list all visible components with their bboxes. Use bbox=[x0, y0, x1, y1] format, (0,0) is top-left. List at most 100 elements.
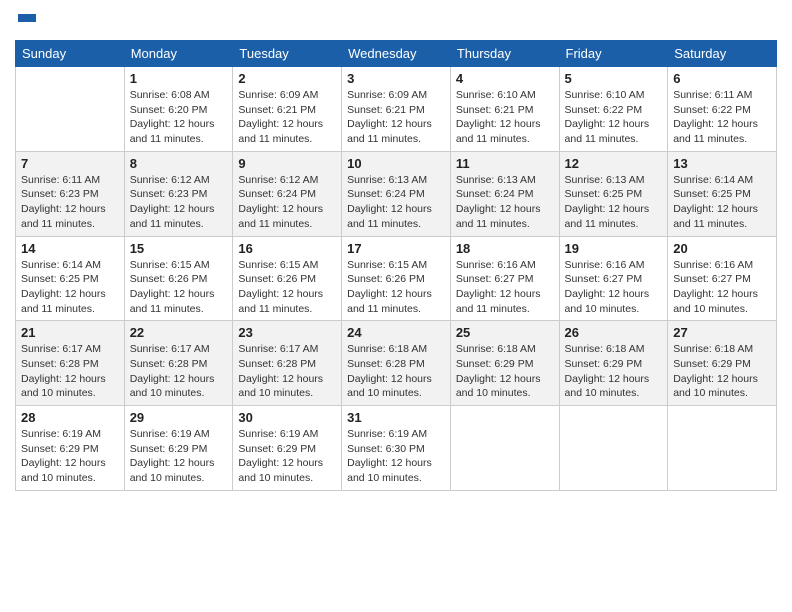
cell-day-number: 4 bbox=[456, 71, 554, 86]
cell-sunrise: Sunrise: 6:19 AM bbox=[347, 427, 445, 442]
cell-daylight: Daylight: 12 hours and 10 minutes. bbox=[565, 287, 663, 316]
cell-info: Sunrise: 6:11 AMSunset: 6:23 PMDaylight:… bbox=[21, 173, 119, 232]
calendar-cell: 24Sunrise: 6:18 AMSunset: 6:28 PMDayligh… bbox=[342, 321, 451, 406]
cell-sunrise: Sunrise: 6:18 AM bbox=[673, 342, 771, 357]
cell-sunrise: Sunrise: 6:15 AM bbox=[347, 258, 445, 273]
cell-day-number: 31 bbox=[347, 410, 445, 425]
cell-info: Sunrise: 6:15 AMSunset: 6:26 PMDaylight:… bbox=[238, 258, 336, 317]
cell-info: Sunrise: 6:17 AMSunset: 6:28 PMDaylight:… bbox=[238, 342, 336, 401]
cell-sunset: Sunset: 6:23 PM bbox=[21, 187, 119, 202]
logo bbox=[15, 10, 39, 32]
cell-day-number: 9 bbox=[238, 156, 336, 171]
cell-sunrise: Sunrise: 6:15 AM bbox=[238, 258, 336, 273]
cell-sunset: Sunset: 6:26 PM bbox=[347, 272, 445, 287]
cell-sunrise: Sunrise: 6:18 AM bbox=[347, 342, 445, 357]
cell-daylight: Daylight: 12 hours and 10 minutes. bbox=[673, 287, 771, 316]
cell-sunset: Sunset: 6:20 PM bbox=[130, 103, 228, 118]
calendar-cell: 30 Sunrise: 6:19 AMSunset: 6:29 PMDayligh… bbox=[233, 406, 342, 491]
cell-daylight: Daylight: 12 hours and 11 minutes. bbox=[565, 202, 663, 231]
calendar-cell: 13Sunrise: 6:14 AMSunset: 6:25 PMDayligh… bbox=[668, 151, 777, 236]
cell-sunset: Sunset: 6:29 PM bbox=[238, 442, 336, 457]
cell-info: Sunrise: 6:18 AMSunset: 6:29 PMDaylight:… bbox=[673, 342, 771, 401]
cell-sunrise: Sunrise: 6:13 AM bbox=[565, 173, 663, 188]
col-header-tuesday: Tuesday bbox=[233, 41, 342, 67]
cell-info: Sunrise: 6:15 AMSunset: 6:26 PMDaylight:… bbox=[130, 258, 228, 317]
cell-day-number: 15 bbox=[130, 241, 228, 256]
cell-day-number: 29 bbox=[130, 410, 228, 425]
calendar-cell: 25Sunrise: 6:18 AMSunset: 6:29 PMDayligh… bbox=[450, 321, 559, 406]
cell-day-number: 18 bbox=[456, 241, 554, 256]
cell-info: Sunrise: 6:11 AMSunset: 6:22 PMDaylight:… bbox=[673, 88, 771, 147]
cell-daylight: Daylight: 12 hours and 11 minutes. bbox=[456, 287, 554, 316]
cell-daylight: Daylight: 12 hours and 11 minutes. bbox=[238, 202, 336, 231]
cell-sunrise: Sunrise: 6:16 AM bbox=[673, 258, 771, 273]
cell-day-number: 10 bbox=[347, 156, 445, 171]
cell-day-number: 22 bbox=[130, 325, 228, 340]
col-header-saturday: Saturday bbox=[668, 41, 777, 67]
cell-sunset: Sunset: 6:23 PM bbox=[130, 187, 228, 202]
calendar-cell: 23Sunrise: 6:17 AMSunset: 6:28 PMDayligh… bbox=[233, 321, 342, 406]
cell-sunrise: Sunrise: 6:17 AM bbox=[238, 342, 336, 357]
cell-daylight: Daylight: 12 hours and 11 minutes. bbox=[673, 202, 771, 231]
cell-day-number: 17 bbox=[347, 241, 445, 256]
cell-day-number: 30 bbox=[238, 410, 336, 425]
calendar-cell: 12Sunrise: 6:13 AMSunset: 6:25 PMDayligh… bbox=[559, 151, 668, 236]
cell-sunrise: Sunrise: 6:16 AM bbox=[565, 258, 663, 273]
calendar-cell: 17Sunrise: 6:15 AMSunset: 6:26 PMDayligh… bbox=[342, 236, 451, 321]
cell-day-number: 6 bbox=[673, 71, 771, 86]
cell-sunrise: Sunrise: 6:19 AM bbox=[238, 427, 336, 442]
cell-info: Sunrise: 6:19 AMSunset: 6:29 PMDaylight:… bbox=[21, 427, 119, 486]
cell-sunrise: Sunrise: 6:14 AM bbox=[673, 173, 771, 188]
week-row-1: 1Sunrise: 6:08 AMSunset: 6:20 PMDaylight… bbox=[16, 67, 777, 152]
cell-sunset: Sunset: 6:29 PM bbox=[673, 357, 771, 372]
cell-daylight: Daylight: 12 hours and 10 minutes. bbox=[238, 372, 336, 401]
cell-info: Sunrise: 6:19 AMSunset: 6:30 PMDaylight:… bbox=[347, 427, 445, 486]
cell-day-number: 2 bbox=[238, 71, 336, 86]
calendar-cell: 3Sunrise: 6:09 AMSunset: 6:21 PMDaylight… bbox=[342, 67, 451, 152]
cell-sunset: Sunset: 6:27 PM bbox=[456, 272, 554, 287]
cell-info: Sunrise: 6:18 AMSunset: 6:29 PMDaylight:… bbox=[565, 342, 663, 401]
cell-sunrise: Sunrise: 6:18 AM bbox=[456, 342, 554, 357]
calendar-cell bbox=[668, 406, 777, 491]
cell-daylight: Daylight: 12 hours and 11 minutes. bbox=[238, 117, 336, 146]
calendar-cell: 26Sunrise: 6:18 AMSunset: 6:29 PMDayligh… bbox=[559, 321, 668, 406]
cell-info: Sunrise: 6:16 AMSunset: 6:27 PMDaylight:… bbox=[565, 258, 663, 317]
cell-info: Sunrise: 6:10 AMSunset: 6:21 PMDaylight:… bbox=[456, 88, 554, 147]
cell-sunrise: Sunrise: 6:17 AM bbox=[130, 342, 228, 357]
cell-day-number: 27 bbox=[673, 325, 771, 340]
cell-info: Sunrise: 6:17 AMSunset: 6:28 PMDaylight:… bbox=[130, 342, 228, 401]
calendar-cell: 16 Sunrise: 6:15 AMSunset: 6:26 PMDayligh… bbox=[233, 236, 342, 321]
calendar-cell: 9Sunrise: 6:12 AMSunset: 6:24 PMDaylight… bbox=[233, 151, 342, 236]
week-row-3: 14Sunrise: 6:14 AMSunset: 6:25 PMDayligh… bbox=[16, 236, 777, 321]
col-header-thursday: Thursday bbox=[450, 41, 559, 67]
calendar-cell: 5Sunrise: 6:10 AMSunset: 6:22 PMDaylight… bbox=[559, 67, 668, 152]
cell-sunset: Sunset: 6:25 PM bbox=[21, 272, 119, 287]
cell-info: Sunrise: 6:19 AMSunset: 6:29 PMDaylight:… bbox=[238, 427, 336, 486]
calendar-cell bbox=[16, 67, 125, 152]
cell-info: Sunrise: 6:17 AMSunset: 6:28 PMDaylight:… bbox=[21, 342, 119, 401]
cell-sunset: Sunset: 6:26 PM bbox=[238, 272, 336, 287]
cell-day-number: 28 bbox=[21, 410, 119, 425]
cell-sunset: Sunset: 6:21 PM bbox=[347, 103, 445, 118]
cell-day-number: 12 bbox=[565, 156, 663, 171]
cell-info: Sunrise: 6:08 AMSunset: 6:20 PMDaylight:… bbox=[130, 88, 228, 147]
calendar-cell bbox=[450, 406, 559, 491]
cell-sunset: Sunset: 6:22 PM bbox=[565, 103, 663, 118]
cell-daylight: Daylight: 12 hours and 11 minutes. bbox=[565, 117, 663, 146]
cell-day-number: 3 bbox=[347, 71, 445, 86]
cell-sunrise: Sunrise: 6:13 AM bbox=[456, 173, 554, 188]
cell-daylight: Daylight: 12 hours and 10 minutes. bbox=[21, 372, 119, 401]
cell-sunrise: Sunrise: 6:14 AM bbox=[21, 258, 119, 273]
cell-info: Sunrise: 6:16 AMSunset: 6:27 PMDaylight:… bbox=[456, 258, 554, 317]
calendar-table: SundayMondayTuesdayWednesdayThursdayFrid… bbox=[15, 40, 777, 491]
cell-day-number: 16 bbox=[238, 241, 336, 256]
cell-sunrise: Sunrise: 6:18 AM bbox=[565, 342, 663, 357]
cell-sunset: Sunset: 6:26 PM bbox=[130, 272, 228, 287]
cell-sunrise: Sunrise: 6:08 AM bbox=[130, 88, 228, 103]
cell-info: Sunrise: 6:14 AMSunset: 6:25 PMDaylight:… bbox=[673, 173, 771, 232]
calendar-cell: 29Sunrise: 6:19 AMSunset: 6:29 PMDayligh… bbox=[124, 406, 233, 491]
cell-daylight: Daylight: 12 hours and 11 minutes. bbox=[456, 202, 554, 231]
cell-day-number: 1 bbox=[130, 71, 228, 86]
calendar-cell: 8Sunrise: 6:12 AMSunset: 6:23 PMDaylight… bbox=[124, 151, 233, 236]
cell-day-number: 11 bbox=[456, 156, 554, 171]
